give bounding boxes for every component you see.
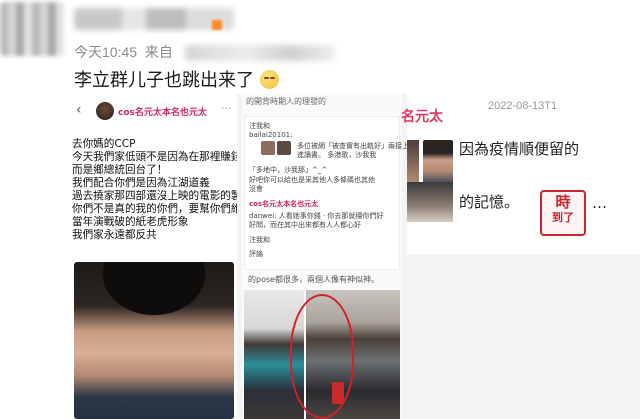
mid-reply-text-2: 沒會 — [249, 185, 263, 193]
mid-thumb-2 — [277, 141, 291, 155]
photo-hair-shape — [94, 262, 214, 322]
left-line: 當年演戰破的紙老虎形象 — [72, 216, 189, 228]
post-source-blurred — [184, 45, 335, 62]
mid-reply-label: 「多地中，沙我那」^_^ — [249, 166, 328, 174]
mid-reply-text-1: 好吧你可以給也是采其他人多條碼也其他 — [249, 176, 375, 184]
right-brand: 名元太 — [401, 109, 443, 125]
mid-comment-card: 注我和 bailai20101: 多位被網「被查實有出軌好」兩接上 進讀書。 多… — [244, 116, 409, 270]
left-panel-photo — [74, 262, 234, 419]
post-source-label: 来自 — [144, 44, 173, 60]
avatar[interactable] — [0, 2, 64, 56]
right-line-2: 的記憶。 — [459, 193, 520, 211]
right-trailing: … — [592, 194, 607, 212]
vip-badge-icon — [212, 20, 222, 30]
left-line: 今天我們家低頭不是因為在那裡賺錢 — [72, 151, 237, 163]
mid-user-2: cos名元太本名也元太 — [249, 200, 319, 208]
left-panel-text: 去你媽的CCP 今天我們家低頭不是因為在那裡賺錢 而是鄉總統回台了！ 我們配合你… — [72, 138, 237, 242]
left-line: 你們不是真的我的你們，要幫你們維穩那個 — [72, 203, 237, 215]
left-panel-avatar — [96, 102, 114, 120]
stamp-char: 到了 — [552, 211, 574, 224]
post-body: 李立群儿子也跳出来了 — [74, 70, 254, 91]
collage-panel-left: ‹ cos名元太本名也元太 ··· 去你媽的CCP 今天我們家低頭不是因為在那裡… — [72, 94, 237, 419]
post-image-collage[interactable]: ‹ cos名元太本名也元太 ··· 去你媽的CCP 今天我們家低頭不是因為在那裡… — [72, 94, 640, 419]
more-icon: ··· — [221, 102, 232, 115]
mid-quote-2: 進讀書。 多港歌，沙我我 — [297, 151, 377, 159]
mid-author-2: 注我和 — [249, 236, 270, 244]
left-line: 我們配合你們是因為江湖道義 — [72, 177, 210, 189]
collage-panel-right: 2022-08-13T1 名元太 因為疫情順便留的 的記憶。 時 到了 … — [401, 94, 640, 254]
red-circle-annotation — [290, 294, 354, 419]
left-panel-username: cos名元太本名也元太 — [118, 108, 207, 118]
back-icon: ‹ — [76, 102, 82, 118]
smirk-emoji-icon — [260, 70, 279, 89]
mid-below-text: 的pose都很多，兩個人像有神似神。 — [248, 275, 380, 284]
mid-user2-line-2: 好問，而在其中出來都有人人都心好 — [249, 221, 361, 229]
username-blurred[interactable] — [74, 8, 234, 30]
right-date: 2022-08-13T1 — [488, 100, 558, 112]
mid-thumb-1 — [261, 141, 275, 155]
post-timestamp: 今天10:45 — [74, 44, 138, 60]
stamp-char: 時 — [555, 193, 571, 211]
left-line: 過去撓家那四部還沒上映的電影的製 — [72, 190, 237, 202]
collage-panel-middle: 的開背時期人的理發的 注我和 bailai20101: 多位被網「被查實有出軌好… — [242, 94, 409, 419]
left-line: 而是鄉總統回台了！ — [72, 164, 168, 176]
time-stamp-seal: 時 到了 — [540, 190, 586, 236]
mid-top-text: 的開背時期人的理發的 — [246, 97, 326, 106]
post-text: 李立群儿子也跳出来了 — [74, 66, 279, 92]
right-photo-3 — [407, 182, 453, 222]
mid-user-1: bailai20101: — [249, 131, 293, 139]
right-photo-2 — [423, 140, 453, 184]
right-line-1: 因為疫情順便留的 — [459, 140, 580, 158]
right-photo-1 — [407, 140, 419, 184]
left-line: 去你媽的CCP — [72, 138, 136, 150]
red-bag-shape — [332, 382, 344, 404]
post-meta: 今天10:45 来自 — [74, 42, 335, 62]
mid-footer-action: 評論 — [249, 250, 263, 258]
left-panel-header: ‹ cos名元太本名也元太 ··· — [72, 100, 237, 124]
left-line: 我們家永遠都反共 — [72, 229, 157, 241]
mid-author-1: 注我和 — [249, 122, 270, 130]
